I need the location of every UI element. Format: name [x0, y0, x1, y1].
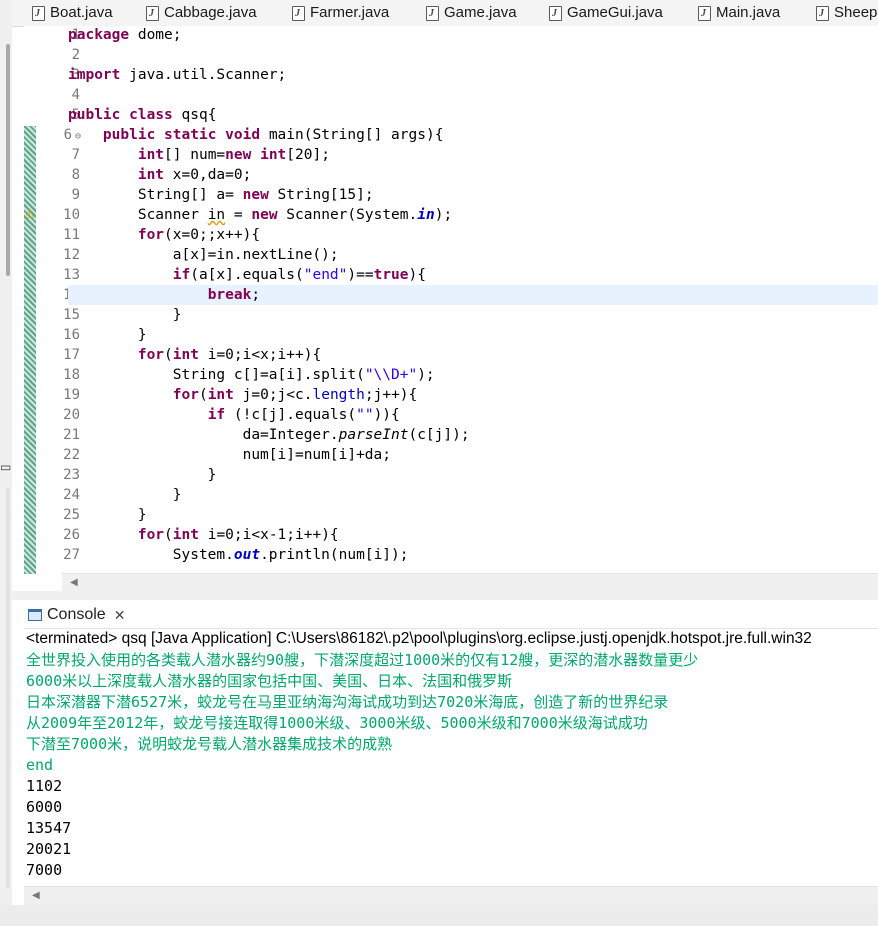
code-line: System.out.println(num[i]);	[68, 547, 409, 563]
code-line: da=Integer.parseInt(c[j]);	[68, 427, 470, 443]
close-icon[interactable]: ✕	[114, 607, 126, 624]
console-output-line: 13547	[26, 819, 72, 837]
code-line: int[] num=new int[20];	[137, 147, 330, 163]
java-file-icon	[146, 4, 159, 24]
tab-farmer[interactable]: Farmer.java	[292, 3, 389, 24]
change-ruler: ⚠	[24, 26, 36, 574]
code-line: for(x=0;;x++){	[137, 227, 261, 243]
left-panel-strip: ▭	[0, 0, 12, 926]
scroll-left-arrow-icon[interactable]: ◀	[70, 577, 78, 588]
tab-boat[interactable]: Boat.java	[32, 3, 113, 24]
code-line: package dome;	[68, 27, 182, 43]
tab-game[interactable]: Game.java	[426, 3, 517, 24]
console-icon	[28, 609, 42, 621]
code-line: for(int j=0;j<c.length;j++){	[172, 387, 418, 403]
panel-separator	[12, 591, 878, 600]
minimize-icon[interactable]: ▭	[0, 460, 11, 474]
line-number: 6	[63, 127, 72, 143]
console-output-line: 6000	[26, 798, 63, 816]
warning-marker-icon[interactable]: ⚠	[24, 207, 36, 221]
code-line: int x=0,da=0;	[137, 167, 252, 183]
status-bar	[0, 905, 878, 926]
console-output[interactable]: 全世界投入使用的各类载人潜水器约90艘，下潜深度超过1000米的仅有12艘，更深…	[26, 650, 878, 881]
left-panel-scrollbar-lower[interactable]	[6, 488, 10, 888]
console-tab-bar: Console ✕	[24, 601, 878, 629]
editor-tab-bar: Boat.java Cabbage.java Farmer.java Game.…	[12, 0, 878, 27]
java-file-icon	[816, 4, 829, 24]
code-line: if(a[x].equals("end")==true){	[172, 267, 426, 283]
code-editor[interactable]: ⚠ 1 2 3 4 5 6 ⊖ 7 8 9 10 11 12 13 14 15 …	[24, 26, 878, 574]
code-line: for(int i=0;i<x;i++){	[137, 347, 322, 363]
console-input-line: end	[26, 756, 54, 774]
code-line: if (!c[j].equals("")){	[207, 407, 400, 423]
code-line: a[x]=in.nextLine();	[68, 247, 339, 263]
code-line: }	[68, 307, 182, 323]
left-panel-scrollbar[interactable]	[6, 44, 10, 276]
code-line: }	[68, 487, 182, 503]
code-line: Scanner in = new Scanner(System.in);	[68, 207, 453, 223]
tab-console[interactable]: Console ✕	[28, 605, 125, 625]
console-output-line: 20021	[26, 840, 72, 858]
tab-main[interactable]: Main.java	[698, 3, 780, 24]
code-line: public static void main(String[] args){	[102, 127, 444, 143]
code-line: public class qsq{	[68, 107, 217, 123]
tab-gamegui[interactable]: GameGui.java	[549, 3, 663, 24]
tab-cabbage[interactable]: Cabbage.java	[146, 3, 257, 24]
terminated-status: <terminated> qsq [Java Application] C:\U…	[26, 630, 812, 647]
current-code-line: break;	[68, 285, 878, 305]
console-input-line: 全世界投入使用的各类载人潜水器约90艘，下潜深度超过1000米的仅有12艘，更深…	[26, 651, 699, 669]
console-horizontal-scrollbar[interactable]: ◀	[24, 886, 878, 905]
console-input-line: 6000米以上深度载人潜水器的国家包括中国、美国、日本、法国和俄罗斯	[26, 672, 513, 690]
code-line: num[i]=num[i]+da;	[68, 447, 392, 463]
code-line: for(int i=0;i<x-1;i++){	[137, 527, 339, 543]
code-line: }	[68, 507, 147, 523]
code-line: }	[68, 467, 217, 483]
console-input-line: 下潜至7000米，说明蛟龙号载人潜水器集成技术的成熟	[26, 735, 393, 753]
java-file-icon	[426, 4, 439, 24]
code-line: }	[68, 327, 147, 343]
editor-horizontal-scrollbar[interactable]: ◀	[62, 573, 878, 592]
tab-sheep[interactable]: Sheep	[816, 3, 877, 24]
changed-lines-marker	[24, 126, 36, 574]
code-line: String[] a= new String[15];	[68, 187, 374, 203]
code-line: import java.util.Scanner;	[68, 67, 287, 83]
java-file-icon	[698, 4, 711, 24]
console-input-line: 从2009年至2012年，蛟龙号接连取得1000米级、3000米级、5000米级…	[26, 714, 648, 732]
code-text[interactable]: package dome; import java.util.Scanner; …	[68, 26, 878, 574]
code-line: String c[]=a[i].split("\\D+");	[68, 367, 435, 383]
java-file-icon	[292, 4, 305, 24]
scroll-left-arrow-icon[interactable]: ◀	[32, 890, 40, 901]
java-file-icon	[32, 4, 45, 24]
console-output-line: 1102	[26, 777, 63, 795]
console-output-line: 7000	[26, 861, 63, 879]
console-input-line: 日本深潜器下潜6527米，蛟龙号在马里亚纳海沟海试成功到达7020米海底，创造了…	[26, 693, 669, 711]
java-file-icon	[549, 4, 562, 24]
